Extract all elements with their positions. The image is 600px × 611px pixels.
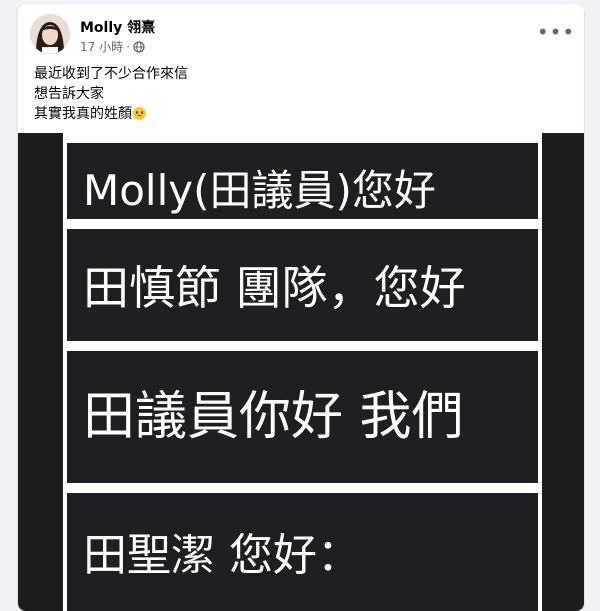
image-strip-text: Molly(田議員)您好 [83,166,436,215]
image-strip-text: 田慎節 團隊，您好 [83,261,466,315]
more-options-button[interactable]: ••• [537,20,574,44]
image-text-strip: Molly(田議員)您好 [67,143,538,219]
image-text-strip: 田聖潔 您好： [67,493,538,611]
post-image[interactable]: Molly(田議員)您好 田慎節 團隊，您好 田議員你好 我們 田聖潔 您好： [18,133,584,611]
image-text-strip: 田慎節 團隊，您好 [67,229,538,341]
image-text-strip: 田議員你好 我們 [67,351,538,483]
meta-separator: · [126,39,130,54]
post-header: Molly 翎熹 17 小時 · ••• [30,14,574,58]
image-strip-text: 田聖潔 您好： [83,530,361,581]
smiling-face-with-tear-icon [133,107,146,120]
author-name[interactable]: Molly 翎熹 [80,17,155,37]
post-text-line: 其實我真的姓顏 [34,104,188,124]
avatar-image [30,14,70,54]
post-text-line: 最近收到了不少合作來信 [34,66,188,82]
post-card: Molly 翎熹 17 小時 · ••• 最近收到了不少合作來信 想告訴大家 其… [18,4,584,611]
image-frame: Molly(田議員)您好 田慎節 團隊，您好 田議員你好 我們 田聖潔 您好： [63,133,542,611]
post-text-line: 想告訴大家 [34,86,104,102]
post-text: 最近收到了不少合作來信 想告訴大家 其實我真的姓顏 [34,64,188,124]
image-strip-text: 田議員你好 我們 [83,387,464,447]
post-text-line-content: 其實我真的姓顏 [34,106,132,122]
avatar[interactable] [30,14,70,54]
post-meta: 17 小時 · [80,38,145,55]
globe-icon[interactable] [133,40,145,53]
post-time[interactable]: 17 小時 [80,38,123,55]
